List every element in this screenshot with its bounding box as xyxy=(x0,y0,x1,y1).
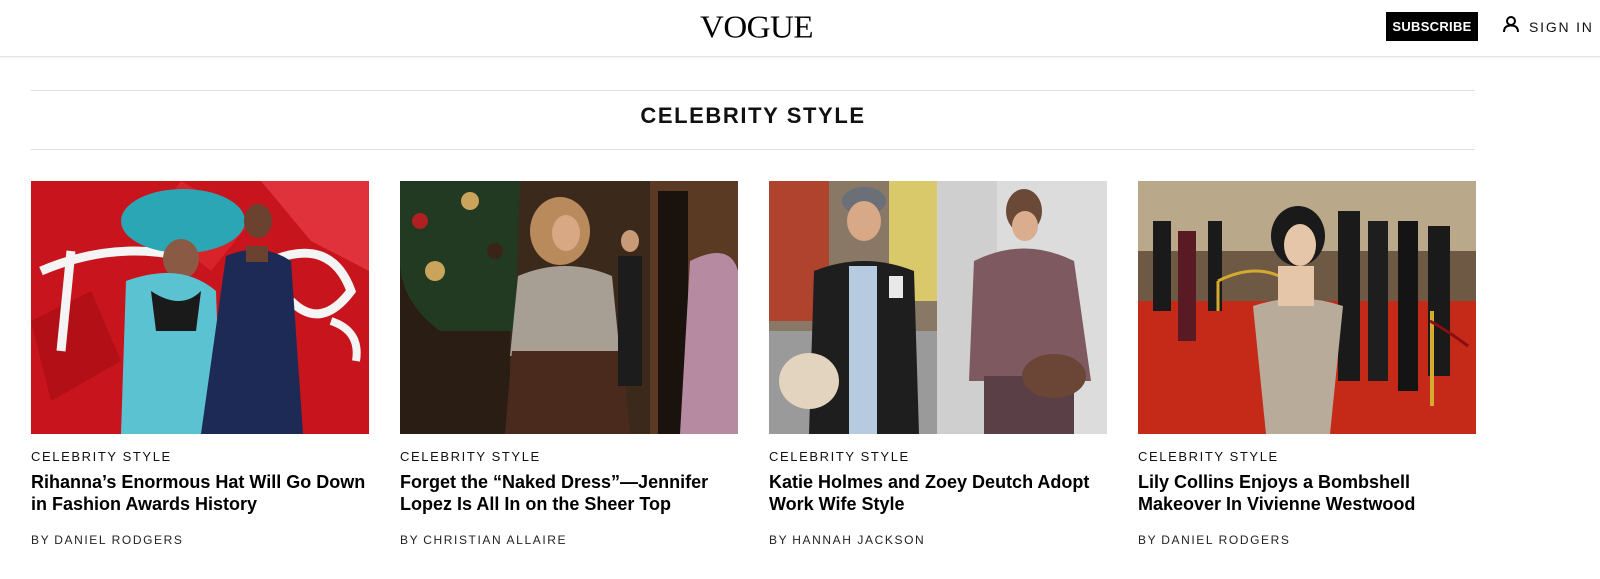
card-rubric[interactable]: CELEBRITY STYLE xyxy=(1138,449,1279,464)
byline-author[interactable]: CHRISTIAN ALLAIRE xyxy=(423,533,567,547)
section-divider-bottom xyxy=(31,149,1475,150)
article-card[interactable]: CELEBRITY STYLE Lily Collins Enjoys a Bo… xyxy=(1138,181,1476,561)
article-image[interactable] xyxy=(769,181,1107,434)
card-byline: BY DANIEL RODGERS xyxy=(31,533,184,547)
card-headline[interactable]: Forget the “Naked Dress”—Jennifer Lopez … xyxy=(400,471,738,515)
byline-author[interactable]: DANIEL RODGERS xyxy=(1161,533,1290,547)
card-headline[interactable]: Rihanna’s Enormous Hat Will Go Down in F… xyxy=(31,471,369,515)
subscribe-button[interactable]: SUBSCRIBE xyxy=(1386,12,1478,41)
sign-in-link[interactable]: SIGN IN xyxy=(1502,12,1594,41)
card-byline: BY CHRISTIAN ALLAIRE xyxy=(400,533,567,547)
card-headline[interactable]: Lily Collins Enjoys a Bombshell Makeover… xyxy=(1138,471,1476,515)
byline-prefix: BY xyxy=(1138,533,1158,547)
section-divider-top xyxy=(31,90,1475,91)
article-image[interactable] xyxy=(400,181,738,434)
article-card[interactable]: CELEBRITY STYLE Forget the “Naked Dress”… xyxy=(400,181,738,561)
article-image[interactable] xyxy=(31,181,369,434)
article-image[interactable] xyxy=(1138,181,1476,434)
section-title[interactable]: CELEBRITY STYLE xyxy=(31,100,1475,132)
card-byline: BY HANNAH JACKSON xyxy=(769,533,925,547)
card-byline: BY DANIEL RODGERS xyxy=(1138,533,1291,547)
byline-prefix: BY xyxy=(769,533,789,547)
byline-author[interactable]: HANNAH JACKSON xyxy=(792,533,925,547)
card-headline[interactable]: Katie Holmes and Zoey Deutch Adopt Work … xyxy=(769,471,1107,515)
byline-prefix: BY xyxy=(400,533,420,547)
vogue-logo[interactable]: VOGUE xyxy=(700,9,813,47)
byline-author[interactable]: DANIEL RODGERS xyxy=(54,533,183,547)
card-rubric[interactable]: CELEBRITY STYLE xyxy=(400,449,541,464)
site-header: VOGUE SUBSCRIBE SIGN IN xyxy=(0,0,1600,57)
card-rubric[interactable]: CELEBRITY STYLE xyxy=(769,449,910,464)
card-rubric[interactable]: CELEBRITY STYLE xyxy=(31,449,172,464)
article-card[interactable]: CELEBRITY STYLE Rihanna’s Enormous Hat W… xyxy=(31,181,369,561)
person-icon xyxy=(1502,15,1520,38)
byline-prefix: BY xyxy=(31,533,51,547)
article-card[interactable]: CELEBRITY STYLE Katie Holmes and Zoey De… xyxy=(769,181,1107,561)
sign-in-label: SIGN IN xyxy=(1529,18,1594,35)
